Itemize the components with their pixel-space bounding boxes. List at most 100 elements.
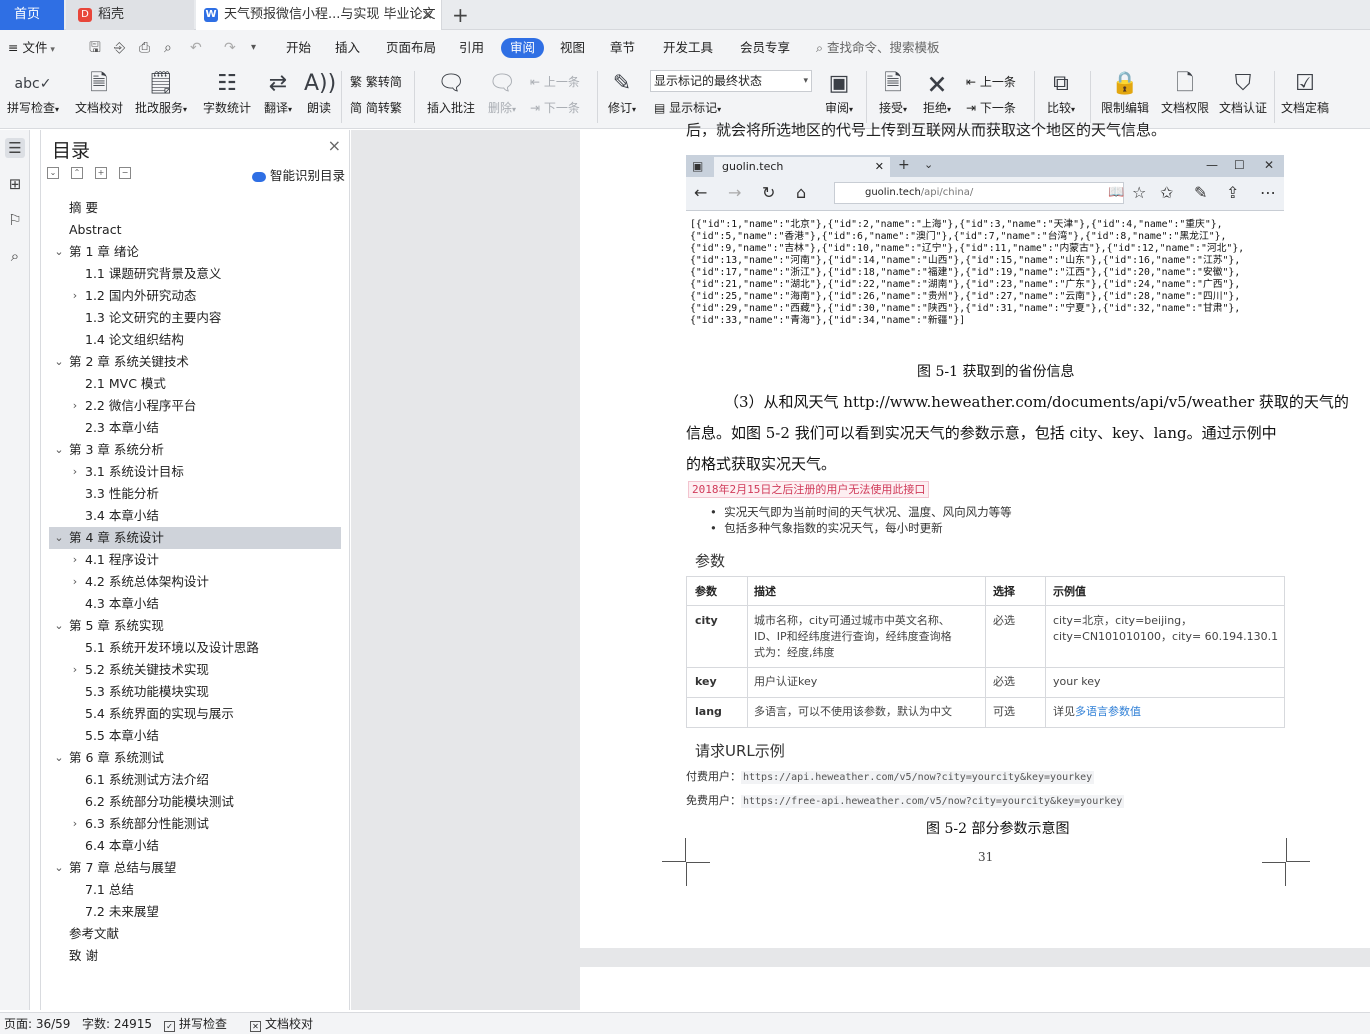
redo-icon[interactable]: ↷ (224, 40, 236, 56)
chevron-down-icon[interactable]: ⌄ (53, 351, 65, 373)
toc-item[interactable]: 3.4 本章小结 (49, 505, 341, 527)
menu-chapter[interactable]: 章节 (610, 30, 635, 65)
toc-item[interactable]: 6.2 系统部分功能模块测试 (49, 791, 341, 813)
toc-item[interactable]: 3.3 性能分析 (49, 483, 341, 505)
markup-display-select[interactable]: 显示标记的最终状态 ▾ (650, 70, 812, 92)
toc-item[interactable]: ⌄ 第 2 章 系统关键技术 (49, 351, 341, 373)
menu-member[interactable]: 会员专享 (740, 30, 790, 65)
toc-item[interactable]: › 6.3 系统部分性能测试 (49, 813, 341, 835)
toc-item[interactable]: ⌄ 第 6 章 系统测试 (49, 747, 341, 769)
reject-button[interactable]: 🗙 拒绝▾ (918, 69, 956, 125)
status-spell-check[interactable]: ✓ 拼写检查 (164, 1013, 227, 1034)
chevron-down-icon[interactable]: ⌄ (53, 241, 65, 263)
save-icon[interactable]: 🖫 (89, 40, 101, 56)
spell-check-button[interactable]: abc✓ 拼写检查▾ (4, 69, 62, 125)
add-heading-icon[interactable]: + (95, 167, 107, 179)
compare-button[interactable]: ⧉ 比较▾ (1042, 69, 1080, 125)
next-change-button[interactable]: ⇥ 下一条 (966, 97, 1016, 119)
menu-start[interactable]: 开始 (286, 30, 311, 65)
toc-item[interactable]: › 3.1 系统设计目标 (49, 461, 341, 483)
chevron-right-icon[interactable]: › (69, 813, 81, 835)
toc-item[interactable]: 2.3 本章小结 (49, 417, 341, 439)
menu-developer-tools[interactable]: 开发工具 (663, 30, 713, 65)
prev-change-button[interactable]: ⇤ 上一条 (966, 71, 1016, 93)
read-aloud-button[interactable]: A)) 朗读 (304, 69, 336, 125)
toc-item[interactable]: › 4.2 系统总体架构设计 (49, 571, 341, 593)
search-icon[interactable]: ⌕ (5, 246, 25, 266)
toc-item[interactable]: 1.3 论文研究的主要内容 (49, 307, 341, 329)
show-markup-button[interactable]: ▤ 显示标记▾ (654, 97, 721, 119)
print-icon[interactable]: ⎙ (139, 40, 150, 56)
toc-item[interactable]: 4.3 本章小结 (49, 593, 341, 615)
restrict-edit-button[interactable]: 🔒 限制编辑 (1098, 69, 1152, 125)
chevron-right-icon[interactable]: › (69, 549, 81, 571)
print-preview-icon[interactable]: ⌕ (164, 40, 172, 56)
chevron-down-icon[interactable]: ⌄ (53, 527, 65, 549)
quick-access-more-icon[interactable]: ▾ (251, 40, 256, 56)
chevron-right-icon[interactable]: › (69, 461, 81, 483)
toc-item[interactable]: Abstract (49, 219, 341, 241)
menu-insert[interactable]: 插入 (335, 30, 360, 65)
toc-item[interactable]: ⌄ 第 4 章 系统设计 (49, 527, 341, 549)
smart-toc-button[interactable]: 智能识别目录 (251, 165, 345, 184)
undo-icon[interactable]: ↶ (190, 40, 202, 56)
toc-item[interactable]: 5.1 系统开发环境以及设计思路 (49, 637, 341, 659)
toc-item[interactable]: 1.4 论文组织结构 (49, 329, 341, 351)
status-doc-proof[interactable]: ✕ 文档校对 (250, 1013, 313, 1034)
toc-item[interactable]: 2.1 MVC 模式 (49, 373, 341, 395)
toc-item[interactable]: 5.3 系统功能模块实现 (49, 681, 341, 703)
chevron-right-icon[interactable]: › (69, 571, 81, 593)
menu-review[interactable]: 审阅 (501, 38, 545, 58)
toc-item[interactable]: ⌄ 第 3 章 系统分析 (49, 439, 341, 461)
chevron-down-icon[interactable]: ⌄ (53, 615, 65, 637)
chevron-right-icon[interactable]: › (69, 285, 81, 307)
page-count[interactable]: 页面: 36/59 (4, 1013, 70, 1034)
next-document-page[interactable] (580, 967, 1370, 1010)
menu-references[interactable]: 引用 (459, 30, 484, 65)
close-icon[interactable]: × (328, 136, 341, 155)
remove-heading-icon[interactable]: − (119, 167, 131, 179)
chevron-down-icon[interactable]: ⌄ (53, 747, 65, 769)
file-menu[interactable]: ≡ 文件 ▾ (8, 30, 55, 65)
chevron-right-icon[interactable]: › (69, 395, 81, 417)
toc-item[interactable]: 1.1 课题研究背景及意义 (49, 263, 341, 285)
tab-daoke[interactable]: D 稻壳 (66, 0, 194, 30)
close-icon[interactable]: × (421, 0, 433, 30)
toc-item[interactable]: ⌄ 第 1 章 绪论 (49, 241, 341, 263)
next-comment-button[interactable]: ⇥ 下一条 (530, 97, 580, 119)
toc-item[interactable]: ⌄ 第 5 章 系统实现 (49, 615, 341, 637)
new-tab-plus-icon[interactable]: + (452, 2, 469, 28)
to-traditional-button[interactable]: 繁 繁转简 (350, 71, 402, 93)
tab-home[interactable]: 首页 (0, 0, 64, 30)
delete-comment-button[interactable]: 🗨 删除▾ (484, 69, 520, 125)
batch-service-button[interactable]: 🗒 批改服务▾ (132, 69, 190, 125)
doc-permission-button[interactable]: 🗋 文档权限 (1158, 69, 1212, 125)
menu-page-layout[interactable]: 页面布局 (386, 30, 436, 65)
chevron-down-icon[interactable]: ⌄ (53, 439, 65, 461)
command-search[interactable]: ⌕ 查找命令、搜索模板 (816, 30, 940, 65)
toc-item[interactable]: › 2.2 微信小程序平台 (49, 395, 341, 417)
expand-level-icon[interactable]: ⌃ (71, 167, 83, 179)
toc-item[interactable]: 6.1 系统测试方法介绍 (49, 769, 341, 791)
accept-button[interactable]: 🗎 接受▾ (874, 69, 912, 125)
chevron-right-icon[interactable]: › (69, 659, 81, 681)
doc-certify-button[interactable]: ⛉ 文档认证 (1216, 69, 1270, 125)
bookmark-icon[interactable]: ⚐ (5, 210, 25, 230)
chapter-nav-icon[interactable]: ⊞ (5, 174, 25, 194)
doc-finalize-button[interactable]: ☑ 文档定稿 (1278, 69, 1332, 125)
menu-view[interactable]: 视图 (560, 30, 585, 65)
toc-item[interactable]: 致 谢 (49, 945, 341, 967)
to-simplified-button[interactable]: 简 简转繁 (350, 97, 402, 119)
collapse-all-icon[interactable]: ⌄ (47, 167, 59, 179)
track-changes-button[interactable]: ✎ 修订▾ (604, 69, 640, 125)
word-count-button[interactable]: ☷ 字数统计 (201, 69, 253, 125)
prev-comment-button[interactable]: ⇤ 上一条 (530, 71, 580, 93)
toc-item[interactable]: › 5.2 系统关键技术实现 (49, 659, 341, 681)
toc-pane-icon[interactable]: ☰ (5, 138, 25, 158)
insert-comment-button[interactable]: 🗨 插入批注 (424, 69, 478, 125)
toc-item[interactable]: 5.4 系统界面的实现与展示 (49, 703, 341, 725)
review-pane-button[interactable]: ▣ 审阅▾ (820, 69, 858, 125)
chevron-down-icon[interactable]: ⌄ (53, 857, 65, 879)
toc-item[interactable]: 摘 要 (49, 197, 341, 219)
word-count[interactable]: 字数: 24915 (82, 1013, 152, 1034)
